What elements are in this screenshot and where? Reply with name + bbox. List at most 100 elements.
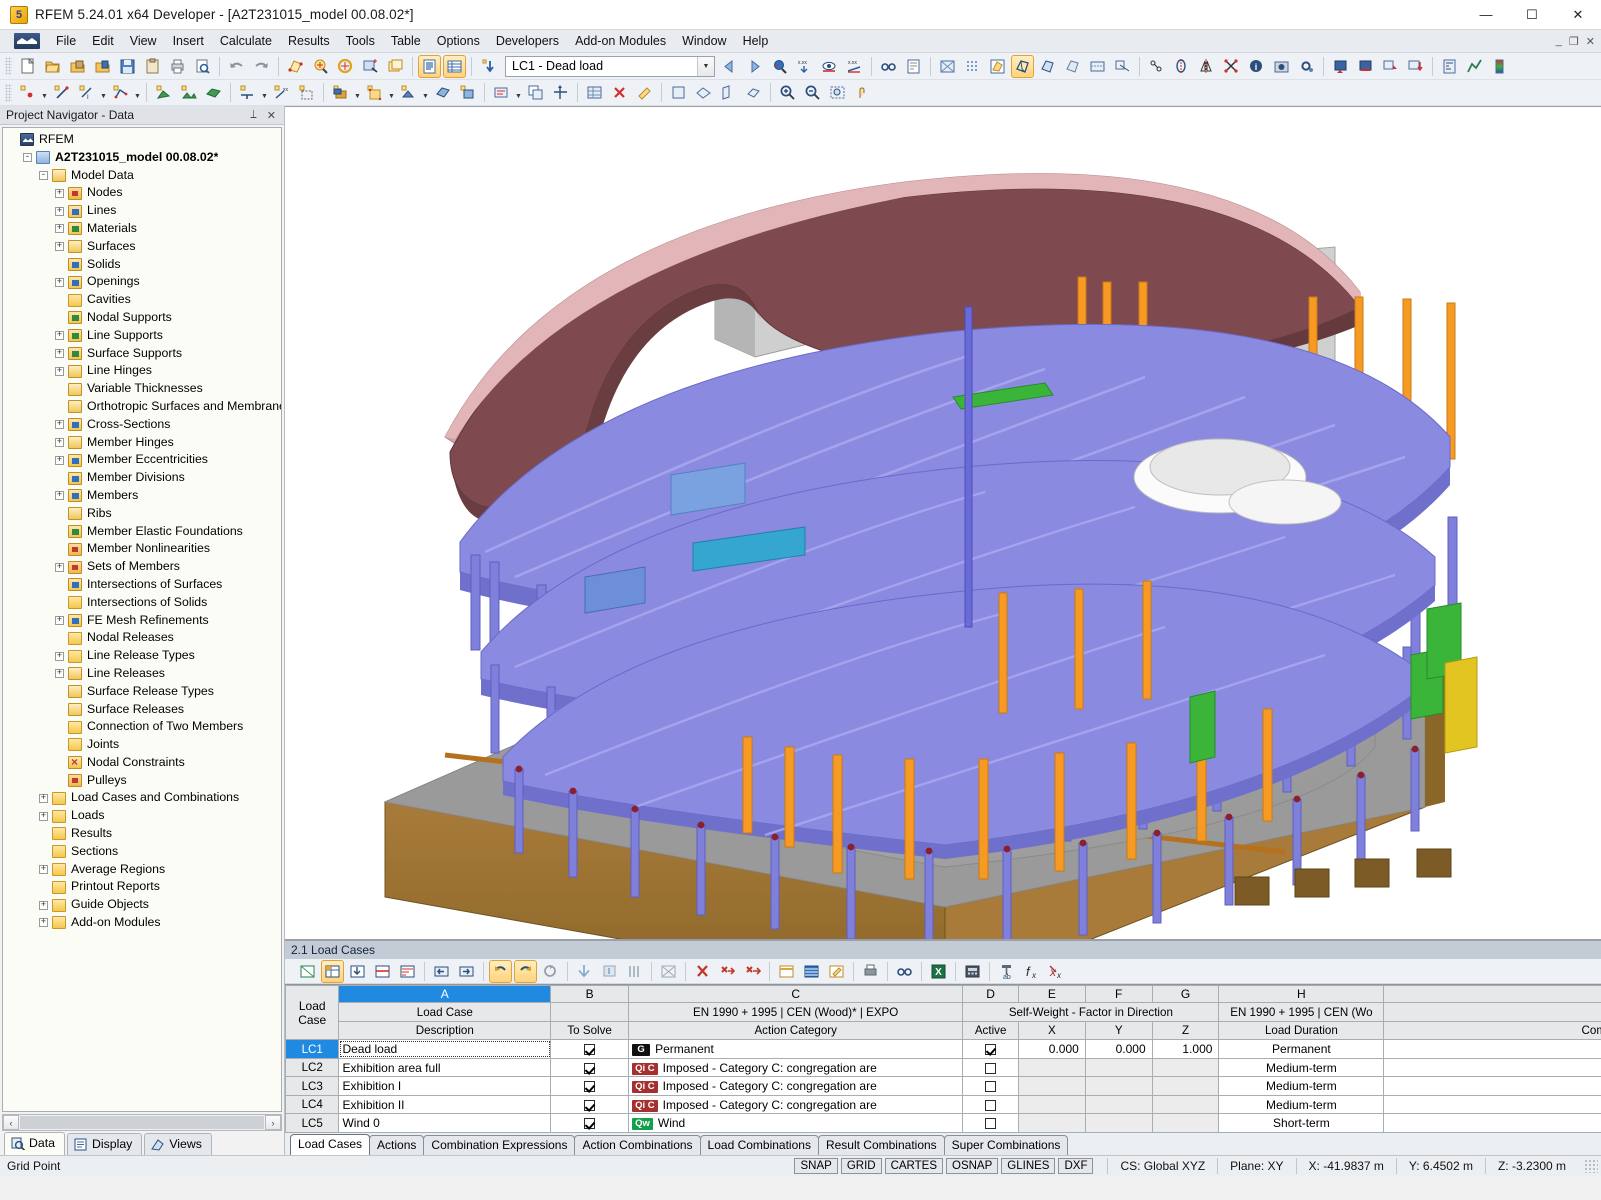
grid-column-header-E[interactable]: E <box>1017 985 1086 1004</box>
expand-icon[interactable]: + <box>39 793 48 803</box>
tree-item-model-data[interactable]: - Model Data <box>7 167 281 185</box>
tree-item-pulleys[interactable]: Pulleys <box>7 772 281 790</box>
table-edit-cell-icon[interactable] <box>825 960 848 983</box>
close-button[interactable]: ✕ <box>1555 0 1601 30</box>
zoom-circle-icon[interactable] <box>334 55 357 78</box>
tree-item-sets-of-members[interactable]: + Sets of Members <box>7 558 281 576</box>
expand-icon[interactable]: + <box>39 811 48 821</box>
cell-active[interactable] <box>962 1039 1019 1059</box>
calculate-icon[interactable] <box>1438 55 1461 78</box>
camera-icon[interactable] <box>1270 55 1293 78</box>
table-edit-icon[interactable] <box>321 959 344 983</box>
cell-to-solve[interactable] <box>550 1113 630 1133</box>
table-move-down-icon[interactable] <box>598 960 621 983</box>
table-tab-load-combinations[interactable]: Load Combinations <box>699 1135 819 1155</box>
tree-item-member-divisions[interactable]: Member Divisions <box>7 469 281 487</box>
cell-load-duration[interactable]: Medium-term <box>1218 1076 1385 1096</box>
row-header-LC1[interactable]: LC1 <box>285 1039 340 1059</box>
tree-item-materials[interactable]: + Materials <box>7 220 281 238</box>
glasses-icon[interactable] <box>877 55 900 78</box>
structural-model-3d[interactable] <box>285 107 1601 940</box>
table-tab-load-cases[interactable]: Load Cases <box>290 1134 371 1155</box>
row-header-LC2[interactable]: LC2 <box>285 1057 340 1078</box>
tree-item-line-releases[interactable]: + Line Releases <box>7 665 281 683</box>
load-case-dropdown-icon[interactable]: ▼ <box>697 56 714 76</box>
new-line-dropdown-icon[interactable]: ▼ <box>99 82 108 104</box>
row-header-LC4[interactable]: LC4 <box>285 1094 340 1115</box>
active-checkbox[interactable] <box>985 1062 997 1074</box>
new-set-of-members-icon[interactable] <box>397 81 420 104</box>
settings-gear-icon[interactable] <box>1295 55 1318 78</box>
menu-calculate[interactable]: Calculate <box>212 31 280 51</box>
table-row[interactable]: LC1 Dead load G Permanent 0.000 0.000 1.000 Per… <box>285 1039 1601 1059</box>
table-next-icon[interactable] <box>455 960 478 983</box>
tree-item-member-eccentricities[interactable]: + Member Eccentricities <box>7 451 281 469</box>
status-toggle-grid[interactable]: GRID <box>840 1158 882 1174</box>
new-line-load-icon[interactable] <box>490 81 513 104</box>
tree-item-lines[interactable]: + Lines <box>7 202 281 220</box>
load-cases-grid-wrapper[interactable]: LoadCaseABCDEFGHILoad CaseEN 1990 + 1995… <box>285 984 1601 1133</box>
expand-icon[interactable]: + <box>55 224 64 234</box>
navigator-pin-icon[interactable]: ⟘ <box>250 109 257 122</box>
cell-to-solve[interactable] <box>550 1076 630 1096</box>
menu-tools[interactable]: Tools <box>338 31 383 51</box>
grid-display-icon[interactable] <box>961 55 984 78</box>
menu-help[interactable]: Help <box>735 31 777 51</box>
tree-item-rfem[interactable]: RFEM <box>7 131 281 149</box>
print-preview-icon[interactable] <box>191 55 214 78</box>
cell-active[interactable] <box>962 1094 1019 1115</box>
table-calculator-icon[interactable] <box>961 960 984 983</box>
cell-load-duration[interactable]: Permanent <box>1218 1039 1385 1059</box>
cell-comment[interactable] <box>1383 1039 1601 1059</box>
tree-item-orthotropic-surfaces-and-membranes[interactable]: Orthotropic Surfaces and Membranes <box>7 398 281 416</box>
collapse-icon[interactable]: - <box>23 153 32 163</box>
table-import-icon[interactable] <box>346 960 369 983</box>
cell-comment[interactable] <box>1383 1057 1601 1078</box>
nodal-support-icon[interactable] <box>1329 55 1352 78</box>
to-solve-checkbox[interactable] <box>584 1062 596 1074</box>
load-cases-grid[interactable]: LoadCaseABCDEFGHILoad CaseEN 1990 + 1995… <box>285 985 1601 1133</box>
tree-item-line-supports[interactable]: + Line Supports <box>7 327 281 345</box>
table-refresh-icon[interactable] <box>539 960 562 983</box>
expand-icon[interactable]: + <box>55 277 64 287</box>
cell-description[interactable]: Exhibition area full <box>338 1057 552 1078</box>
model-viewport-3d[interactable] <box>285 106 1601 940</box>
navigator-hscrollbar[interactable]: ‹ › <box>2 1114 282 1131</box>
fe-mesh-icon[interactable] <box>936 55 959 78</box>
zoom-all-icon[interactable] <box>826 81 849 104</box>
table-row[interactable]: LC5 Wind 0 Qw Wind Short-term <box>285 1113 1601 1133</box>
move-object-icon[interactable] <box>549 81 572 104</box>
new-node-icon[interactable] <box>16 81 39 104</box>
expand-icon[interactable]: + <box>55 615 64 625</box>
tree-item-line-hinges[interactable]: + Line Hinges <box>7 362 281 380</box>
view-front-icon[interactable] <box>667 81 690 104</box>
table-sort-icon[interactable] <box>396 960 419 983</box>
menu-options[interactable]: Options <box>429 31 488 51</box>
new-dimension-line-icon[interactable]: I <box>75 81 98 104</box>
table-clear-icon[interactable] <box>657 960 680 983</box>
grid-column-header-F[interactable]: F <box>1084 985 1153 1004</box>
menu-results[interactable]: Results <box>280 31 338 51</box>
expand-icon[interactable]: + <box>55 242 64 252</box>
table-remove-formula-icon[interactable]: xx <box>1045 960 1068 983</box>
maximize-button[interactable]: ☐ <box>1509 0 1555 30</box>
toolbar-grip[interactable] <box>5 57 12 75</box>
tree-item-results[interactable]: Results <box>7 825 281 843</box>
grid-column-header-H[interactable]: H <box>1218 985 1385 1004</box>
menu-view[interactable]: View <box>122 31 165 51</box>
tree-item-surface-supports[interactable]: + Surface Supports <box>7 345 281 363</box>
open-project-icon[interactable] <box>66 55 89 78</box>
new-member-icon[interactable] <box>236 81 259 104</box>
table-row[interactable]: LC2 Exhibition area full Qi C Imposed - Cat… <box>285 1057 1601 1078</box>
new-line-load-dropdown-icon[interactable]: ▼ <box>514 82 523 104</box>
zoom-in-icon[interactable] <box>776 81 799 104</box>
expand-icon[interactable]: + <box>55 455 64 465</box>
loads-display-icon[interactable] <box>768 55 791 78</box>
cell-active[interactable] <box>962 1076 1019 1096</box>
status-toggle-dxf[interactable]: DXF <box>1058 1158 1094 1174</box>
table-glasses-icon[interactable] <box>893 960 916 983</box>
tree-item-openings[interactable]: + Openings <box>7 273 281 291</box>
new-member-load-icon[interactable]: xx <box>270 81 293 104</box>
cell-description[interactable]: Exhibition I <box>338 1076 552 1096</box>
to-solve-checkbox[interactable] <box>584 1044 596 1056</box>
